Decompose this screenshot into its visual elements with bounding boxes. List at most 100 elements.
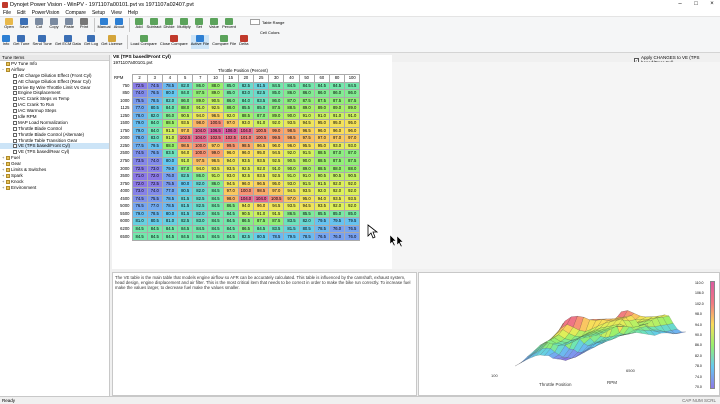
ve-cell[interactable]: 93.0 (328, 141, 346, 151)
ve-cell[interactable]: 89.0 (298, 104, 315, 113)
ve-cell[interactable]: 77.0 (131, 104, 148, 113)
ve-cell[interactable]: 80.0 (177, 179, 194, 189)
ve-cell[interactable]: 106.5 (207, 126, 224, 136)
ve-cell[interactable]: 92.0 (344, 179, 361, 189)
ve-cell[interactable]: 82.0 (161, 96, 179, 106)
ve-cell[interactable]: 83.5 (252, 96, 270, 106)
ve-cell[interactable]: 88.5 (283, 104, 300, 113)
ve-cell[interactable]: 94.0 (177, 149, 194, 158)
ve-cell[interactable]: 87.0 (344, 149, 361, 158)
ve-cell[interactable]: 80.5 (146, 217, 163, 226)
menu-edit[interactable]: Edit (14, 10, 29, 16)
tb-load-compare-button[interactable]: Load Compare (130, 35, 157, 49)
ve-cell[interactable]: 82.0 (192, 187, 209, 196)
ve-cell[interactable]: 91.0 (252, 119, 270, 128)
ve-cell[interactable]: 93.5 (283, 202, 300, 211)
ve-cell[interactable]: 92.0 (328, 179, 346, 189)
ve-cell[interactable]: 74.0 (146, 187, 163, 196)
ve-cell[interactable]: 93.5 (252, 172, 270, 181)
ve-cell[interactable]: 89.0 (313, 104, 330, 113)
ve-cell[interactable]: 92.5 (237, 164, 255, 174)
ve-cell[interactable]: 91.5 (313, 179, 330, 189)
ve-cell[interactable]: 93.5 (177, 119, 194, 128)
ve-cell[interactable]: 92.5 (237, 172, 255, 181)
ve-cell[interactable]: 104.0 (192, 126, 209, 136)
ve-cell[interactable]: 81.0 (131, 217, 148, 226)
ve-cell[interactable]: 96.5 (298, 126, 315, 136)
ve-cell[interactable]: 96.0 (222, 149, 239, 158)
ve-cell[interactable]: 88.0 (207, 81, 224, 91)
ve-cell[interactable]: 86.0 (177, 96, 194, 106)
ve-cell[interactable]: 92.5 (268, 157, 285, 166)
ve-cell[interactable]: 86.0 (283, 89, 300, 98)
ve-cell[interactable]: 92.0 (313, 187, 330, 196)
tb-print-button[interactable]: Print (77, 18, 91, 32)
ve-cell[interactable]: 93.5 (237, 157, 255, 166)
ve-cell[interactable]: 83.5 (268, 224, 285, 234)
cell-colors-label[interactable]: Cell Colors (260, 30, 280, 35)
ve-cell[interactable]: 104.0 (192, 134, 209, 143)
menu-powervision[interactable]: PowerVision (29, 10, 63, 16)
ve-cell[interactable]: 96.0 (237, 179, 255, 189)
ve-cell[interactable]: 74.0 (131, 89, 148, 98)
ve-cell[interactable]: 95.0 (268, 179, 285, 189)
ve-cell[interactable]: 96.0 (283, 141, 300, 151)
ve-cell[interactable]: 81.0 (161, 217, 179, 226)
ve-cell[interactable]: 76.0 (344, 232, 361, 242)
ve-cell[interactable]: 90.5 (177, 111, 194, 121)
ve-cell[interactable]: 81.5 (177, 194, 194, 204)
tb-delta-button[interactable]: Delta (239, 35, 249, 49)
ve-cell[interactable]: 95.0 (313, 141, 330, 151)
minimize-button[interactable]: – (672, 0, 688, 9)
ve-cell[interactable]: 96.0 (268, 141, 285, 151)
ve-cell[interactable]: 97.0 (222, 119, 239, 128)
ve-cell[interactable]: 79.0 (131, 126, 148, 136)
ve-cell[interactable]: 72.5 (131, 81, 148, 91)
tb-info-button[interactable]: Info (2, 35, 10, 49)
tb-send-tune-button[interactable]: Send Tune (32, 35, 52, 49)
ve-cell[interactable]: 78.5 (268, 232, 285, 242)
ve-cell[interactable]: 96.0 (328, 126, 346, 136)
ve-cell[interactable]: 88.0 (177, 104, 194, 113)
ve-cell[interactable]: 91.5 (161, 126, 179, 136)
ve-cell[interactable]: 99.5 (222, 141, 239, 151)
tb-get-ecm-data-button[interactable]: Get ECM Data (55, 35, 81, 49)
ve-cell[interactable]: 87.5 (328, 96, 346, 106)
ve-cell[interactable]: 94.5 (268, 149, 285, 158)
ve-cell[interactable]: 91.0 (207, 172, 224, 181)
tb-cut-button[interactable]: Cut (32, 18, 46, 32)
ve-cell[interactable]: 92.0 (268, 119, 285, 128)
ve-cell[interactable]: 84.0 (146, 119, 163, 128)
ve-cell[interactable]: 86.5 (237, 217, 255, 226)
ve-cell[interactable]: 73.5 (131, 157, 148, 166)
ve-cell[interactable]: 87.0 (328, 149, 346, 158)
ve-cell[interactable]: 85.0 (222, 81, 239, 91)
ve-cell[interactable]: 87.5 (313, 96, 330, 106)
ve-cell[interactable]: 85.5 (237, 104, 255, 113)
ve-cell[interactable]: 93.5 (328, 194, 346, 204)
ve-cell[interactable]: 94.5 (222, 179, 239, 189)
menu-compare[interactable]: Compare (62, 10, 89, 16)
ve-cell[interactable]: 90.5 (328, 172, 346, 181)
ve-cell[interactable]: 86.0 (207, 179, 224, 189)
ve-cell[interactable]: 93.5 (344, 194, 361, 204)
ve-cell[interactable]: 84.5 (192, 224, 209, 234)
ve-cell[interactable]: 82.0 (298, 217, 315, 226)
ve-cell[interactable]: 78.5 (161, 194, 179, 204)
tb-set-button[interactable]: Set (192, 18, 206, 32)
ve-cell[interactable]: 102.5 (207, 134, 224, 143)
ve-cell[interactable]: 82.0 (177, 81, 194, 91)
ve-cell[interactable]: 97.5 (298, 134, 315, 143)
ve-cell[interactable]: 86.5 (283, 209, 300, 219)
ve-cell[interactable]: 83.5 (161, 149, 179, 158)
ve-cell[interactable]: 94.0 (237, 202, 255, 211)
ve-cell[interactable]: 97.5 (192, 157, 209, 166)
ve-cell[interactable]: 90.0 (283, 111, 300, 121)
ve-cell[interactable]: 86.0 (344, 89, 361, 98)
ve-cell[interactable]: 97.0 (268, 187, 285, 196)
ve-cell[interactable]: 100.5 (252, 134, 270, 143)
ve-cell[interactable]: 84.5 (131, 232, 148, 242)
ve-cell[interactable]: 92.0 (328, 202, 346, 211)
ve-cell[interactable]: 89.0 (328, 104, 346, 113)
ve-cell[interactable]: 84.5 (313, 81, 330, 91)
